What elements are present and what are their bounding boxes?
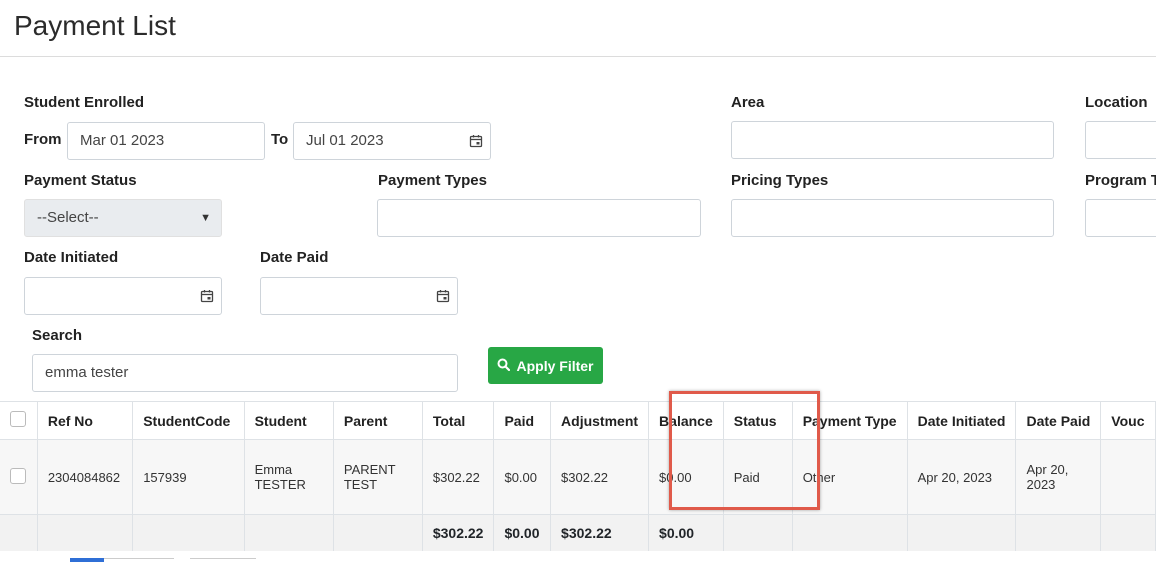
col-status[interactable]: Status xyxy=(723,401,793,440)
program-types-input[interactable] xyxy=(1085,199,1156,237)
row-select-cell[interactable] xyxy=(0,439,38,515)
apply-filter-label: Apply Filter xyxy=(516,357,594,374)
col-total[interactable]: Total xyxy=(422,401,495,440)
paid-sum: $0.00 xyxy=(493,514,552,552)
area-label: Area xyxy=(731,94,765,111)
cell-balance: $0.00 xyxy=(648,439,724,515)
pricing-types-label: Pricing Types xyxy=(731,172,829,189)
col-date-paid[interactable]: Date Paid xyxy=(1015,401,1102,440)
totals-empty-cell xyxy=(37,514,134,552)
date-paid-picker[interactable] xyxy=(260,277,458,315)
pagination-active-page[interactable] xyxy=(70,558,104,562)
totals-empty-cell xyxy=(723,514,793,552)
col-date-initiated[interactable]: Date Initiated xyxy=(907,401,1017,440)
cell-student-code-link[interactable]: 157939 xyxy=(132,439,245,515)
cell-date-paid: Apr 20, 2023 xyxy=(1015,439,1102,515)
calendar-icon[interactable] xyxy=(461,122,491,160)
cell-parent-link[interactable]: PARENT TEST xyxy=(333,439,423,515)
col-adjustment[interactable]: Adjustment xyxy=(550,401,650,440)
col-balance[interactable]: Balance xyxy=(648,401,724,440)
table-header-row: Ref No StudentCode Student Parent Total … xyxy=(0,401,1156,440)
payment-types-input[interactable] xyxy=(377,199,701,237)
to-date-picker[interactable]: Jul 01 2023 xyxy=(293,122,491,160)
date-initiated-label: Date Initiated xyxy=(24,249,119,266)
pricing-types-input[interactable] xyxy=(731,199,1054,237)
cell-adjustment: $302.22 xyxy=(550,439,650,515)
cell-paid: $0.00 xyxy=(493,439,552,515)
cell-total: $302.22 xyxy=(422,439,495,515)
calendar-icon[interactable] xyxy=(192,277,222,315)
page-size-select[interactable] xyxy=(190,558,256,563)
totals-empty-cell xyxy=(792,514,908,552)
cell-date-initiated: Apr 20, 2023 xyxy=(907,439,1017,515)
pagination-page[interactable] xyxy=(104,558,174,563)
total-sum: $302.22 xyxy=(422,514,495,552)
location-input[interactable] xyxy=(1085,121,1156,159)
totals-empty-cell xyxy=(907,514,1017,552)
totals-empty-cell xyxy=(0,514,38,552)
totals-empty-cell xyxy=(132,514,245,552)
title-divider xyxy=(0,56,1156,57)
student-enrolled-label: Student Enrolled xyxy=(24,94,144,111)
payment-status-value: --Select-- xyxy=(37,209,99,226)
col-paid[interactable]: Paid xyxy=(493,401,552,440)
location-label: Location xyxy=(1085,94,1148,111)
totals-empty-cell xyxy=(244,514,334,552)
payment-status-select[interactable]: --Select-- ▼ xyxy=(24,199,222,237)
date-initiated-picker[interactable] xyxy=(24,277,222,315)
date-paid-label: Date Paid xyxy=(260,249,329,266)
adjustment-sum: $302.22 xyxy=(550,514,650,552)
balance-sum: $0.00 xyxy=(648,514,724,552)
apply-filter-button[interactable]: Apply Filter xyxy=(488,347,603,384)
row-checkbox[interactable] xyxy=(10,467,26,484)
payment-status-label: Payment Status xyxy=(24,172,137,189)
calendar-icon[interactable] xyxy=(428,277,458,315)
area-input[interactable] xyxy=(731,121,1054,159)
search-input[interactable]: emma tester xyxy=(32,354,458,392)
col-payment-type[interactable]: Payment Type xyxy=(792,401,908,440)
col-student-code[interactable]: StudentCode xyxy=(132,401,245,440)
search-label: Search xyxy=(32,327,83,344)
cell-payment-type-link[interactable]: Other xyxy=(792,439,908,515)
cell-voucher xyxy=(1100,439,1156,515)
from-date-picker[interactable]: Mar 01 2023 xyxy=(67,122,325,160)
totals-empty-cell xyxy=(1015,514,1102,552)
payments-table: Ref No StudentCode Student Parent Total … xyxy=(0,401,1156,552)
program-types-label: Program T xyxy=(1085,172,1156,189)
from-label: From xyxy=(24,131,62,148)
table-row: 2304084862 157939 Emma TESTER PARENT TES… xyxy=(0,439,1156,515)
totals-row: $302.22 $0.00 $302.22 $0.00 xyxy=(0,514,1156,552)
chevron-down-icon: ▼ xyxy=(200,212,211,224)
cell-ref-no: 2304084862 xyxy=(37,439,134,515)
col-student[interactable]: Student xyxy=(244,401,334,440)
totals-empty-cell xyxy=(333,514,423,552)
cell-status: Paid xyxy=(723,439,793,515)
page-title: Payment List xyxy=(14,10,176,41)
payment-types-label: Payment Types xyxy=(378,172,487,189)
cell-student-link[interactable]: Emma TESTER xyxy=(244,439,334,515)
col-parent[interactable]: Parent xyxy=(333,401,423,440)
select-all-checkbox[interactable] xyxy=(10,411,26,427)
col-voucher[interactable]: Vouc xyxy=(1100,401,1156,440)
col-ref-no[interactable]: Ref No xyxy=(37,401,134,440)
totals-empty-cell xyxy=(1100,514,1156,552)
select-all-cell[interactable] xyxy=(0,401,38,440)
search-icon xyxy=(497,358,511,374)
from-date-input[interactable]: Mar 01 2023 xyxy=(67,122,265,160)
to-label: To xyxy=(271,131,289,148)
